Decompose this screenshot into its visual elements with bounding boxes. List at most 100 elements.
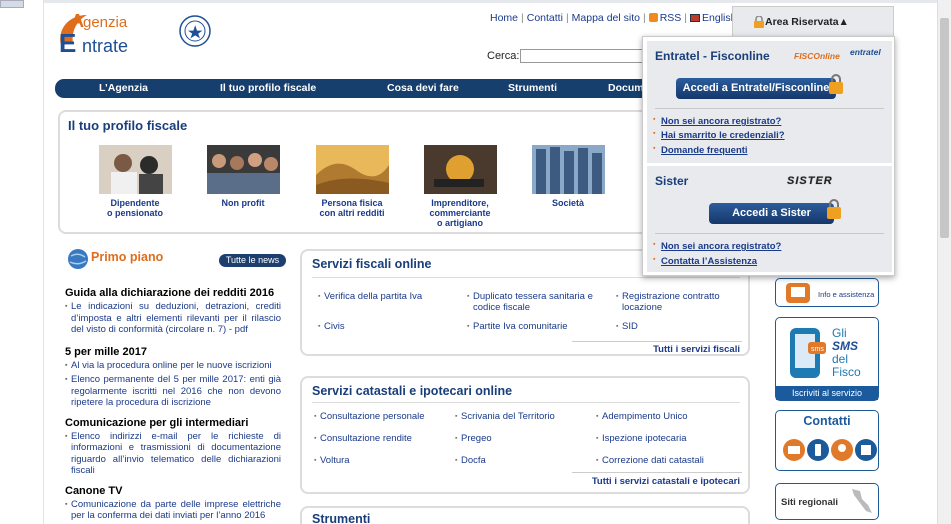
profilo-imprenditore[interactable]: Imprenditore, commerciante o artigiano [410, 145, 510, 228]
lock-icon [754, 16, 764, 28]
contatti-title: Contatti [803, 414, 851, 428]
home-link[interactable]: Home [490, 12, 518, 24]
logo-line2: ntrate [82, 36, 128, 55]
news-item[interactable]: Elenco permanente del 5 per mille 2017: … [65, 374, 281, 409]
service-link[interactable]: Duplicato tessera sanitaria e codice fis… [467, 291, 602, 313]
entratel-logo: entratel [850, 47, 881, 57]
sms-fisco-text: Gli SMS del Fisco [832, 326, 861, 379]
profilo-non-profit[interactable]: Non profit [193, 145, 293, 208]
non-registrato-link[interactable]: Non sei ancora registrato? [653, 116, 781, 127]
area-riservata-dropdown: Entratel - Fisconline FISCOnline entrate… [642, 36, 895, 276]
service-link[interactable]: Adempimento Unico [596, 411, 688, 422]
entratel-section: Entratel - Fisconline FISCOnline entrate… [647, 41, 892, 163]
accedi-entratel-button[interactable]: Accedi a Entratel/Fisconline [676, 74, 843, 99]
entratel-title: Entratel - Fisconline [655, 49, 770, 63]
phone-contact-icon[interactable] [806, 438, 830, 462]
logo-line1: genzia [83, 14, 128, 31]
sister-section: Sister SISTER Accedi a Sister Non sei an… [647, 166, 892, 272]
top-links: Home | Contatti | Mappa del sito | RSS | English [490, 12, 737, 24]
nav-documentazione[interactable]: Docum [608, 82, 644, 94]
news-heading[interactable]: Canone TV [65, 485, 281, 497]
vertical-scrollbar[interactable] [937, 0, 951, 524]
servizi-catastali-box: Servizi catastali e ipotecari online Con… [300, 376, 750, 494]
service-link[interactable]: Correzione dati catastali [596, 455, 704, 466]
sms-fisco-box[interactable]: sms Gli SMS del Fisco Iscriviti al servizio [775, 317, 879, 401]
contatta-assistenza-link[interactable]: Contatta l’Assistenza [653, 256, 757, 267]
nav-profilo[interactable]: Il tuo profilo fiscale [220, 82, 316, 94]
search-label: Cerca: [487, 50, 520, 62]
mail-icon[interactable] [782, 438, 806, 462]
service-link[interactable]: SID [616, 321, 638, 332]
news-list: Guida alla dichiarazione dei redditi 201… [65, 283, 281, 524]
news-item[interactable]: Comunicazione da parte delle imprese ele… [65, 499, 281, 522]
profilo-persona-fisica[interactable]: Persona fisica con altri redditi [302, 145, 402, 218]
service-link[interactable]: Ispezione ipotecaria [596, 433, 687, 444]
rss-icon [648, 13, 658, 22]
info-assistenza-box[interactable]: Info e assistenza [775, 278, 879, 307]
tutte-le-news-button[interactable]: Tutte le news [219, 254, 286, 267]
profilo-title: Il tuo profilo fiscale [68, 118, 188, 133]
contatti-link[interactable]: Contatti [527, 12, 563, 24]
contatti-box[interactable]: Contatti [775, 410, 879, 471]
search-input[interactable] [520, 49, 650, 63]
area-riservata-tab[interactable]: Area Riservata▲ [732, 6, 894, 36]
news-item[interactable]: Al via la procedura online per le nuove … [65, 360, 281, 372]
tutti-servizi-fiscali-link[interactable]: Tutti i servizi fiscali [653, 344, 740, 355]
calendar-icon[interactable] [854, 438, 878, 462]
service-link[interactable]: Scrivania del Territorio [455, 411, 555, 422]
siti-regionali-box[interactable]: Siti regionali [775, 483, 879, 520]
siti-regionali-label: Siti regionali [781, 497, 839, 508]
nav-strumenti[interactable]: Strumenti [508, 82, 557, 94]
service-link[interactable]: Pregeo [455, 433, 492, 444]
news-item[interactable]: Le indicazioni su deduzioni, detrazioni,… [65, 301, 281, 336]
lock-icon [829, 74, 843, 94]
photo-imprenditore [423, 145, 497, 194]
service-link[interactable]: Docfa [455, 455, 486, 466]
mappa-link[interactable]: Mappa del sito [572, 12, 640, 24]
location-icon[interactable] [830, 438, 854, 462]
nav-cosa-devi-fare[interactable]: Cosa devi fare [387, 82, 459, 94]
sister-registrato-link[interactable]: Non sei ancora registrato? [653, 241, 781, 252]
photo-non-profit [206, 145, 280, 194]
agenzia-entrate-logo[interactable]: A genzia E ntrate [53, 9, 213, 55]
browser-left-bar [0, 0, 44, 524]
credenziali-link[interactable]: Hai smarrito le credenziali? [653, 130, 785, 141]
strumenti-title: Strumenti [312, 512, 371, 524]
sister-logo: SISTER [787, 175, 833, 187]
news-item[interactable]: Elenco indirizzi e-mail per le richieste… [65, 431, 281, 477]
service-link[interactable]: Consultazione rendite [314, 433, 412, 444]
service-link[interactable]: Voltura [314, 455, 350, 466]
svg-text:sms: sms [811, 346, 824, 353]
uk-flag-icon [690, 14, 701, 22]
service-link[interactable]: Partite Iva comunitarie [467, 321, 568, 332]
news-heading[interactable]: Comunicazione per gli intermediari [65, 417, 281, 429]
service-link[interactable]: Registrazione contratto locazione [616, 291, 746, 313]
scrollbar-thumb[interactable] [940, 18, 949, 238]
accedi-sister-button[interactable]: Accedi a Sister [709, 199, 841, 224]
area-riservata-label: Area Riservata [765, 16, 839, 28]
page: A genzia E ntrate Home | Contatti | Mappa de… [44, 3, 937, 524]
logo-letter-e: E [59, 28, 76, 55]
italy-map-icon [852, 489, 872, 513]
primo-piano-title: Primo piano [91, 250, 164, 264]
nav-agenzia[interactable]: L’Agenzia [99, 82, 148, 94]
faq-link[interactable]: Domande frequenti [653, 145, 748, 156]
rss-link[interactable]: RSS [660, 12, 682, 24]
profilo-societa[interactable]: Società [518, 145, 618, 208]
news-heading[interactable]: Guida alla dichiarazione dei redditi 201… [65, 287, 281, 299]
caret-up-icon: ▲ [838, 16, 849, 28]
profilo-dipendente[interactable]: Dipendente o pensionato [85, 145, 185, 218]
browser-tab-fragment [0, 0, 24, 8]
servizi-fiscali-title: Servizi fiscali online [312, 257, 432, 271]
photo-societa [531, 145, 605, 194]
iscriviti-button[interactable]: Iscriviti al servizio [776, 386, 878, 400]
main-nav: L’Agenzia Il tuo profilo fiscale Cosa de… [55, 79, 675, 98]
sms-phone-icon: sms [790, 328, 826, 378]
news-heading[interactable]: 5 per mille 2017 [65, 346, 281, 358]
strumenti-box: Strumenti [300, 506, 750, 524]
service-link[interactable]: Verifica della partita Iva [318, 291, 422, 302]
profilo-fiscale-box: Il tuo profilo fiscale Dipendente o pensi… [58, 110, 653, 234]
service-link[interactable]: Civis [318, 321, 345, 332]
service-link[interactable]: Consultazione personale [314, 411, 425, 422]
tutti-servizi-catastali-link[interactable]: Tutti i servizi catastali e ipotecari [592, 476, 740, 487]
